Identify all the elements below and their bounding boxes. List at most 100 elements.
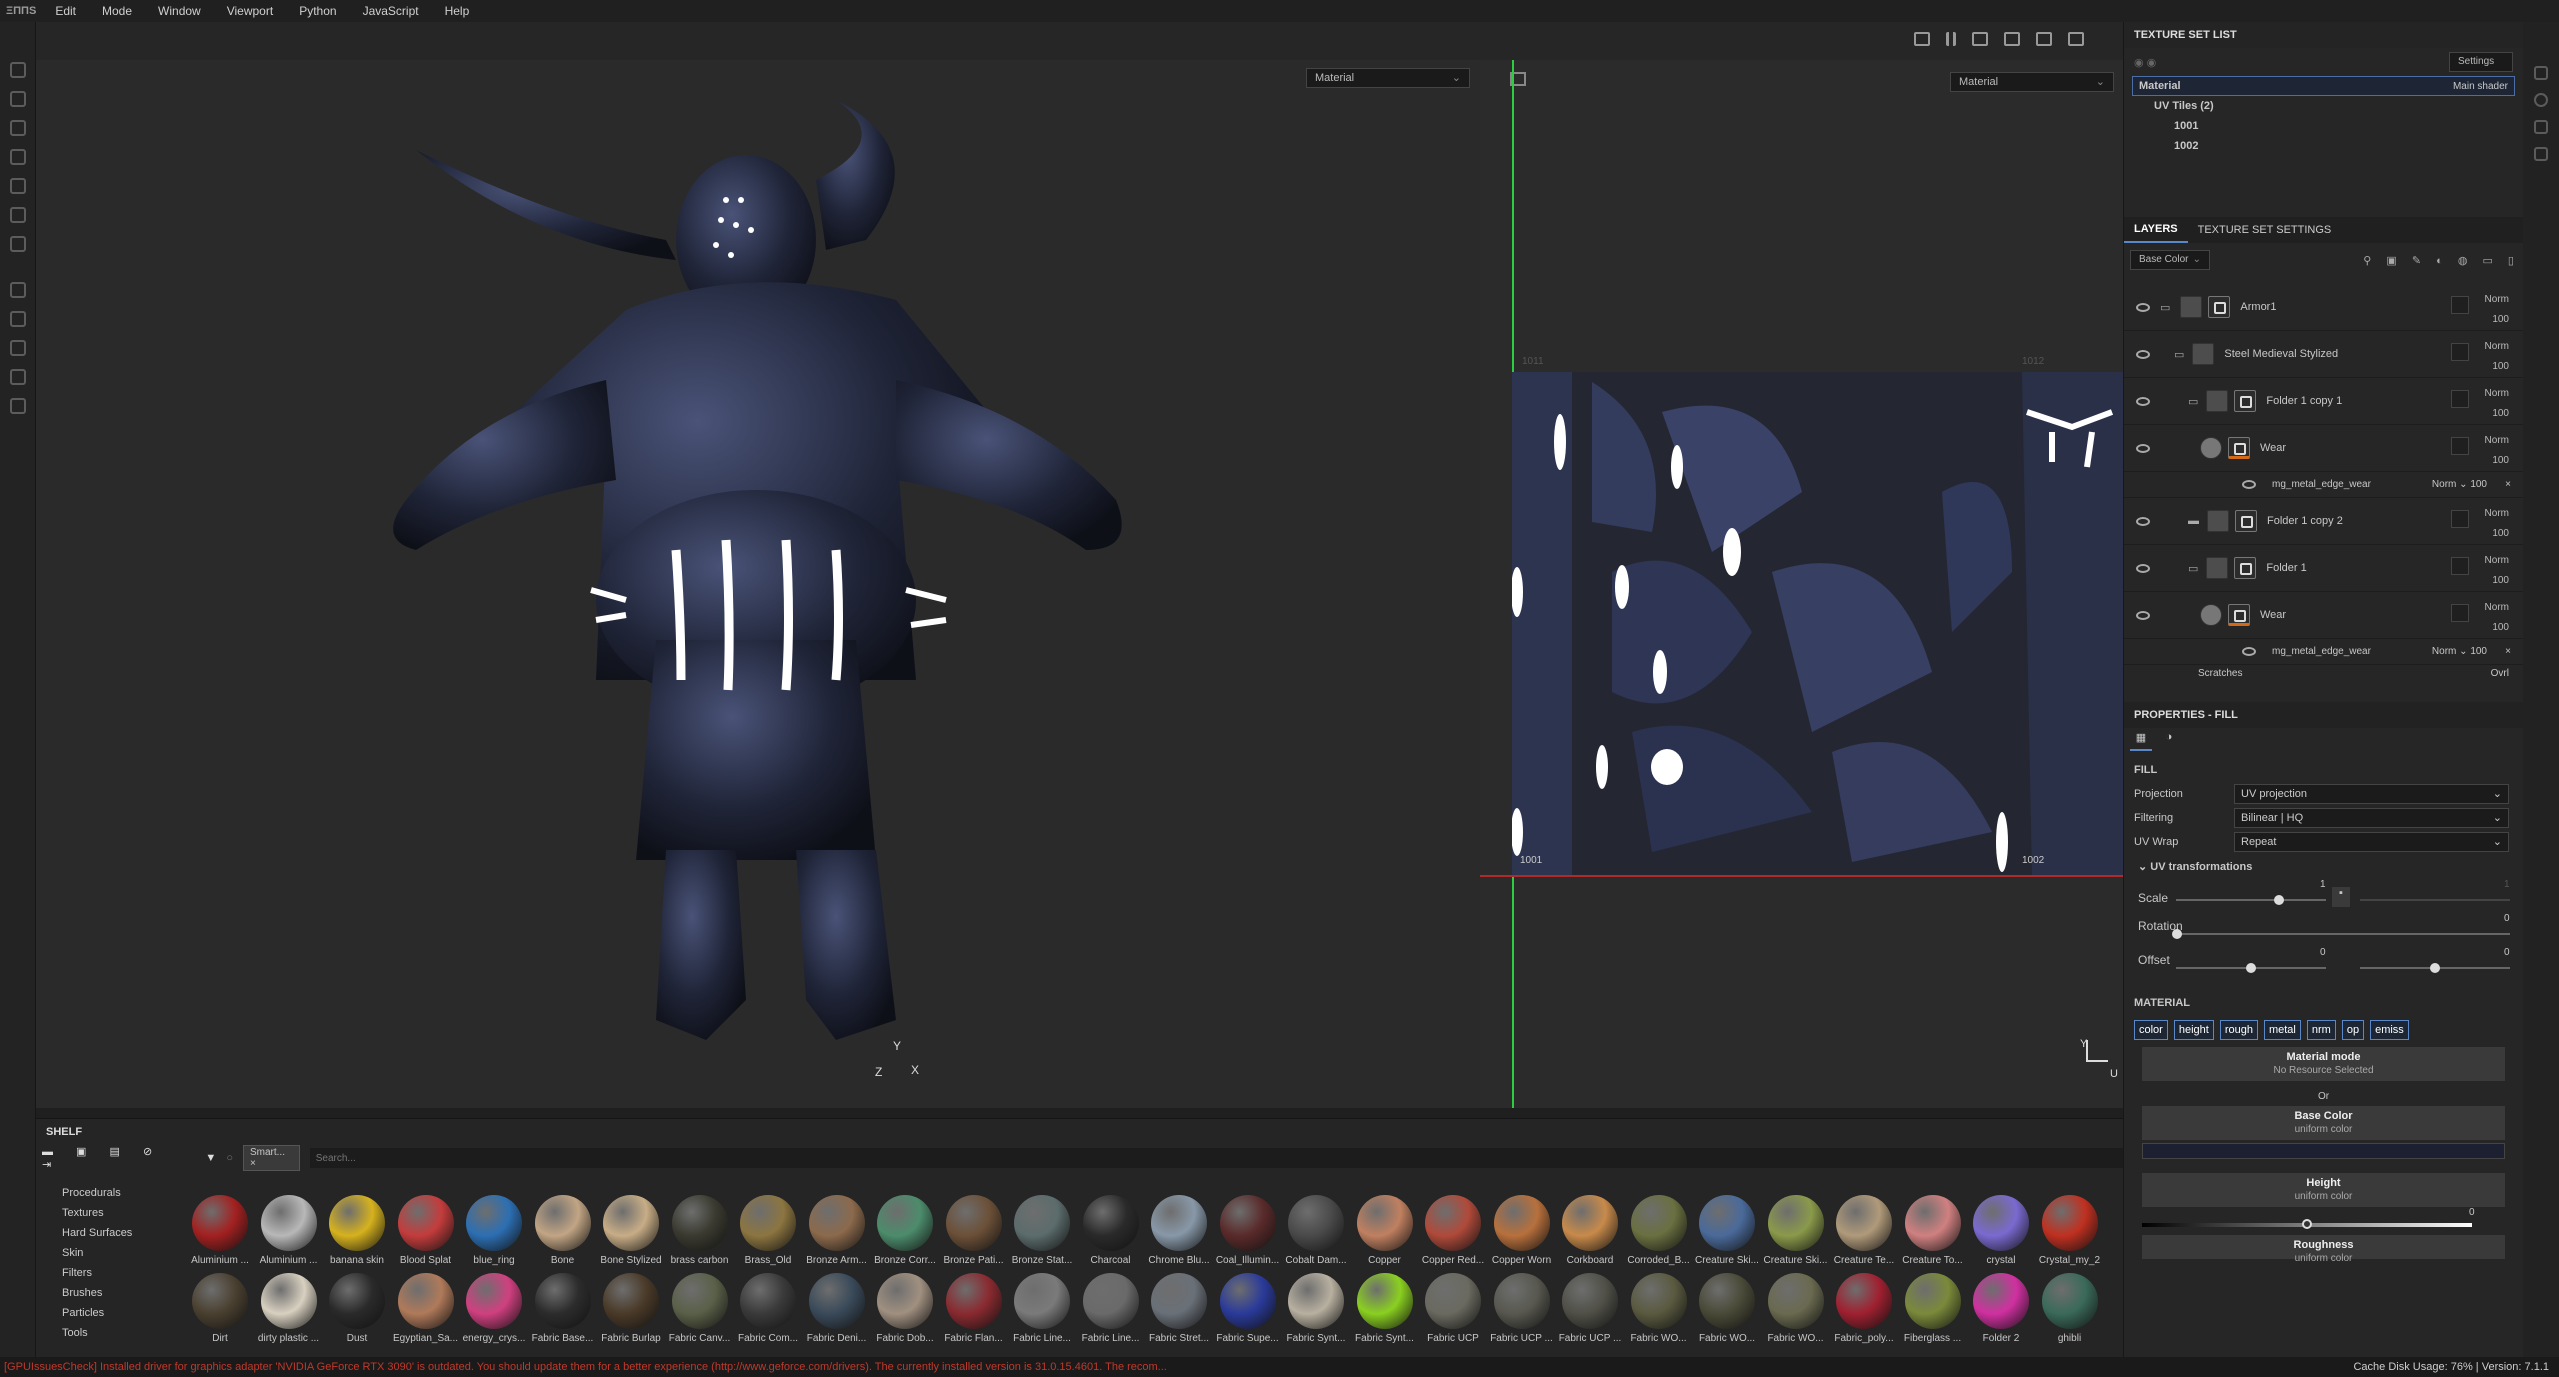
filter-icon[interactable]: ▼ <box>205 1152 216 1164</box>
menu-mode[interactable]: Mode <box>89 4 145 18</box>
offset-v-handle[interactable] <box>2430 963 2440 973</box>
shelf-item[interactable]: Fabric Synt... <box>1351 1271 1419 1349</box>
scale-slider[interactable] <box>2176 899 2326 901</box>
uvwrap-select[interactable]: Repeat ⌄ <box>2234 832 2509 852</box>
shelf-item[interactable]: Fabric Dob... <box>871 1271 939 1349</box>
shelf-item[interactable]: Fabric Line... <box>1008 1271 1076 1349</box>
viewport-3d[interactable]: Material ⌄ Y Z X <box>36 60 1480 1108</box>
menu-window[interactable]: Window <box>145 4 214 18</box>
category-skin[interactable]: Skin <box>36 1243 176 1263</box>
shelf-item[interactable]: Fabric Synt... <box>1282 1271 1350 1349</box>
projection-select[interactable]: UV projection ⌄ <box>2234 784 2509 804</box>
shader-settings-icon[interactable] <box>2534 120 2548 134</box>
shelf-item[interactable]: Creature Ski... <box>1762 1193 1830 1271</box>
visibility-eye-icon[interactable] <box>2136 516 2150 526</box>
layer-blend[interactable]: Norm 100 <box>2485 598 2509 638</box>
visibility-eye-icon[interactable] <box>2136 396 2150 406</box>
layer-blend[interactable]: Norm 100 <box>2485 551 2509 591</box>
shelf-item[interactable]: brass carbon <box>666 1193 734 1271</box>
viewport-2d[interactable]: Material ⌄ 1001 1002 1011 1012 Y U <box>1480 60 2123 1108</box>
python-icon[interactable] <box>9 369 26 385</box>
shelf-item[interactable]: Fabric Com... <box>734 1271 802 1349</box>
uv-tile-1002[interactable]: 1002 <box>2124 136 2523 156</box>
layer-select-checkbox[interactable] <box>2451 437 2469 455</box>
circle-icon[interactable]: ○ <box>226 1152 233 1164</box>
shelf-item[interactable]: Creature Te... <box>1830 1193 1898 1271</box>
layer-row-partial[interactable]: Scratches Ovrl <box>2124 665 2523 681</box>
shelf-item[interactable]: Fabric WO... <box>1762 1271 1830 1349</box>
shelf-item[interactable]: Dust <box>323 1271 391 1349</box>
visibility-eye-icon[interactable] <box>2242 480 2256 489</box>
layer-row[interactable]: Wear Norm 100 <box>2124 425 2523 472</box>
base-color-button[interactable]: Base Color uniform color <box>2142 1106 2505 1140</box>
shelf-item[interactable]: Fabric WO... <box>1693 1271 1761 1349</box>
projection-icon[interactable] <box>9 120 26 136</box>
menu-help[interactable]: Help <box>432 4 483 18</box>
view-mode-icon[interactable] <box>1972 32 1988 46</box>
layer-select-checkbox[interactable] <box>2451 604 2469 622</box>
rotation-slider[interactable] <box>2176 933 2510 935</box>
category-filters[interactable]: Filters <box>36 1263 176 1283</box>
shelf-item[interactable]: Corkboard <box>1556 1193 1624 1271</box>
uv-transformations-toggle[interactable]: ⌄ UV transformations <box>2124 854 2523 879</box>
shelf-item[interactable]: Brass_Old <box>734 1193 802 1271</box>
shelf-item[interactable]: Bronze Pati... <box>940 1193 1008 1271</box>
rotation-slider-handle[interactable] <box>2172 929 2182 939</box>
shelf-item[interactable]: Charcoal <box>1077 1193 1145 1271</box>
menu-javascript[interactable]: JavaScript <box>350 4 432 18</box>
texture-set-material[interactable]: Material Main shader <box>2132 76 2515 96</box>
log-icon[interactable] <box>2534 147 2548 161</box>
pause-icon[interactable] <box>1946 32 1956 46</box>
roughness-button[interactable]: Roughness uniform color <box>2142 1235 2505 1264</box>
shelf-item[interactable]: Fabric Supe... <box>1214 1271 1282 1349</box>
tab-layers[interactable]: LAYERS <box>2124 217 2188 243</box>
shelf-item[interactable]: Cobalt Dam... <box>1282 1193 1350 1271</box>
shelf-item[interactable]: Fabric Stret... <box>1145 1271 1213 1349</box>
menu-viewport[interactable]: Viewport <box>214 4 286 18</box>
base-color-swatch[interactable] <box>2142 1143 2505 1159</box>
fill-tab-icon[interactable]: ▦ <box>2130 731 2152 751</box>
shelf-item[interactable]: Fiberglass ... <box>1899 1271 1967 1349</box>
visibility-eye-icon[interactable] <box>2136 349 2150 359</box>
shelf-item[interactable]: Copper <box>1351 1193 1419 1271</box>
shelf-item[interactable]: Creature To... <box>1899 1193 1967 1271</box>
shelf-item[interactable]: Fabric UCP <box>1419 1271 1487 1349</box>
layer-blend[interactable]: Norm 100 <box>2485 504 2509 544</box>
layer-blend[interactable]: Norm 100 <box>2485 431 2509 471</box>
channel-height-button[interactable]: height <box>2173 1020 2214 1040</box>
scale-slider-2[interactable] <box>2360 899 2510 901</box>
smudge-icon[interactable] <box>9 178 26 194</box>
clone-stamp-icon[interactable] <box>9 207 26 223</box>
category-brushes[interactable]: Brushes <box>36 1283 176 1303</box>
visibility-eye-icon[interactable] <box>2136 610 2150 620</box>
shelf-item[interactable]: Copper Red... <box>1419 1193 1487 1271</box>
texture-set-icon[interactable] <box>2534 66 2548 80</box>
shelf-item[interactable]: Chrome Blu... <box>1145 1193 1213 1271</box>
channel-rough-button[interactable]: rough <box>2219 1020 2258 1040</box>
lock-icon[interactable]: ▪ <box>2332 887 2350 907</box>
channel-color-button[interactable]: color <box>2134 1020 2168 1040</box>
filter-tag[interactable]: Smart... × <box>242 1145 300 1171</box>
menu-python[interactable]: Python <box>286 4 349 18</box>
shelf-item[interactable]: Bronze Corr... <box>871 1193 939 1271</box>
layer-actions[interactable]: ⚲ ▣ ✎ ◐ ◍ ▭ ▯ <box>2363 254 2520 267</box>
menu-edit[interactable]: Edit <box>42 4 89 18</box>
layer-select-checkbox[interactable] <box>2451 510 2469 528</box>
screenshot-icon[interactable] <box>2068 32 2084 46</box>
layer-row[interactable]: ▬ Folder 1 copy 2 Norm 100 <box>2124 498 2523 545</box>
shelf-search-input[interactable] <box>309 1148 2123 1168</box>
shelf-item[interactable]: banana skin <box>323 1193 391 1271</box>
color-picker-icon[interactable] <box>9 236 26 252</box>
tab-texture-set-settings[interactable]: TEXTURE SET SETTINGS <box>2188 224 2342 236</box>
shelf-item[interactable]: Copper Worn <box>1488 1193 1556 1271</box>
texture-set-settings-button[interactable]: Settings <box>2449 52 2513 72</box>
shelf-item[interactable]: Bronze Stat... <box>1008 1193 1076 1271</box>
shelf-item[interactable]: ghibli <box>2036 1271 2104 1349</box>
shelf-item[interactable]: Aluminium ... <box>255 1193 323 1271</box>
viewport-2d-channel-select[interactable]: Material ⌄ <box>1950 72 2114 92</box>
settings-icon[interactable] <box>9 311 26 327</box>
shelf-item[interactable]: Bronze Arm... <box>803 1193 871 1271</box>
shelf-item[interactable]: Folder 2 <box>1967 1271 2035 1349</box>
shelf-item[interactable]: Creature Ski... <box>1693 1193 1761 1271</box>
layer-select-checkbox[interactable] <box>2451 343 2469 361</box>
